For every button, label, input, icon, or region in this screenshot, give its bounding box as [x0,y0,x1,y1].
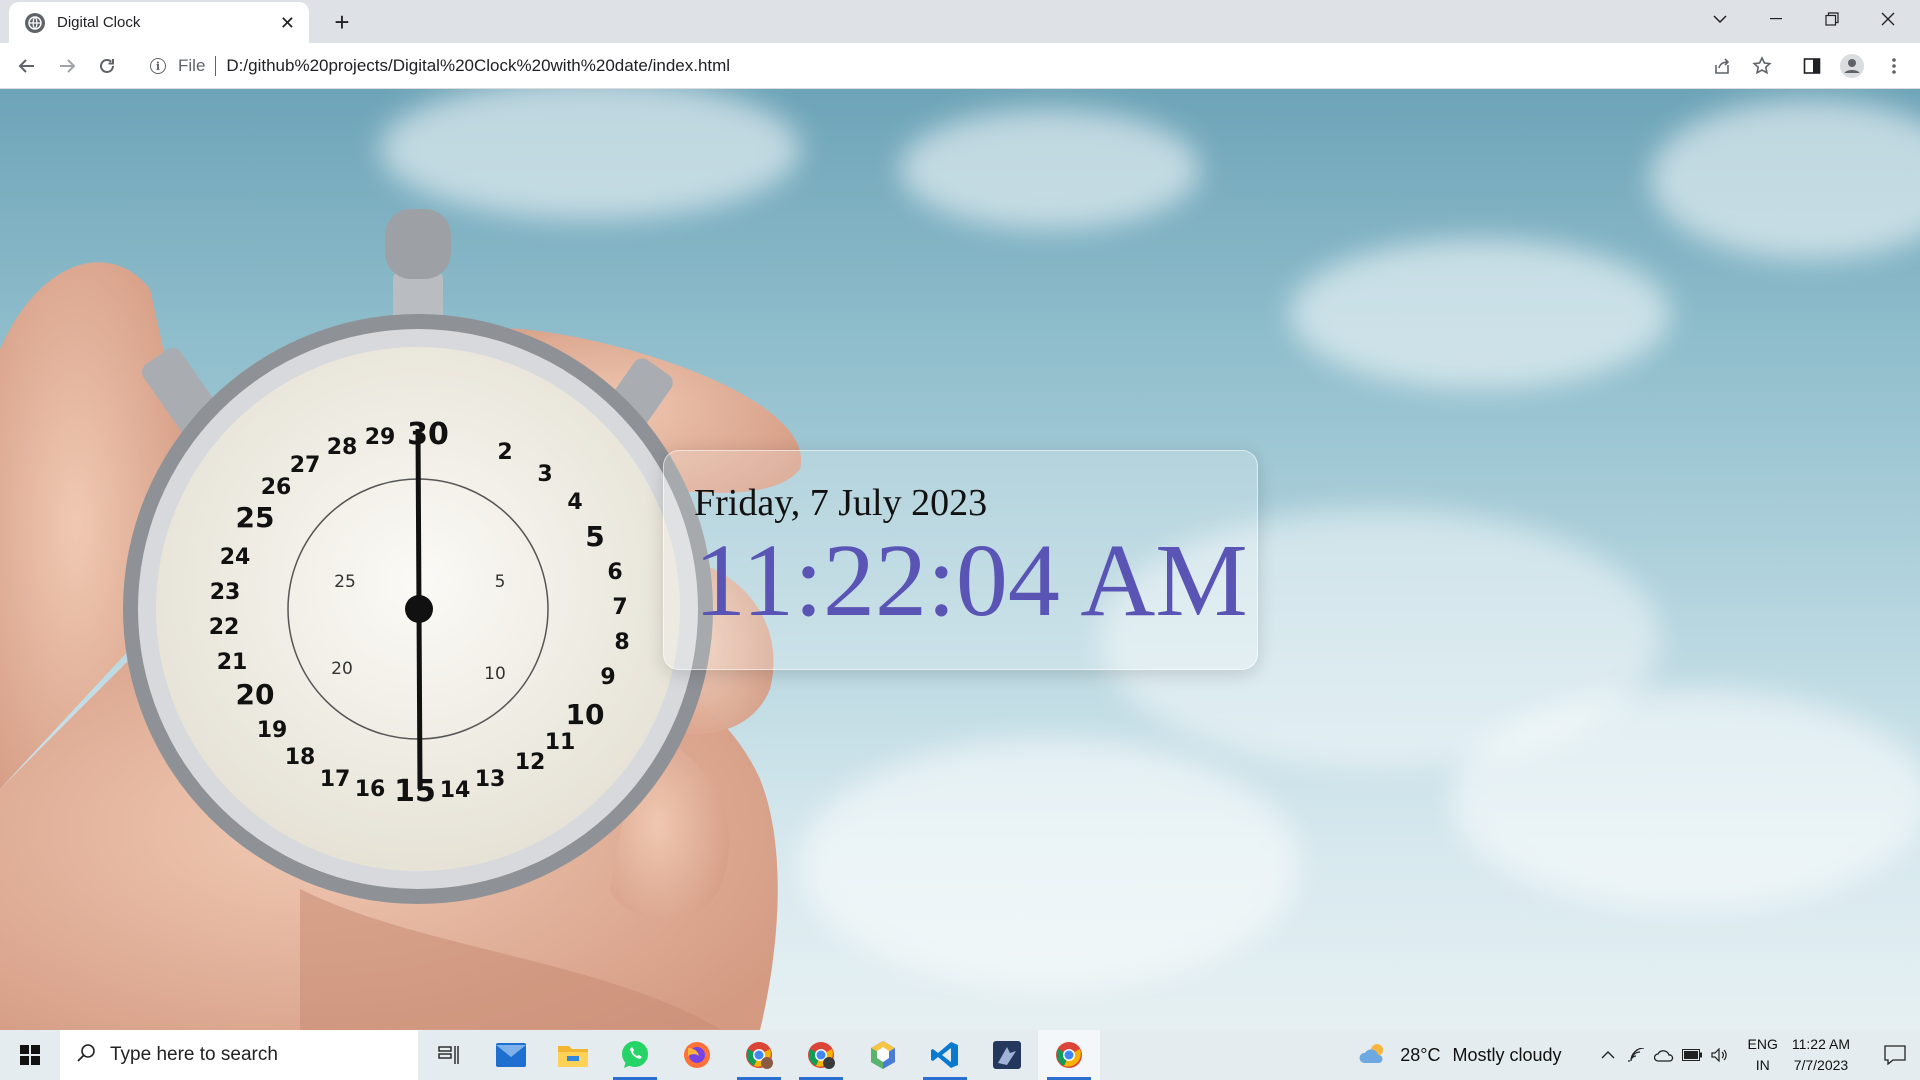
svg-text:26: 26 [261,475,292,500]
lang-region: IN [1755,1057,1770,1073]
tab-title: Digital Clock [57,14,141,31]
time-display: 11:22:04 AM [694,523,1248,638]
svg-text:9: 9 [600,665,615,690]
search-placeholder: Type here to search [110,1044,278,1065]
svg-text:20: 20 [236,678,275,711]
url-separator [215,56,217,76]
svg-text:28: 28 [327,435,358,460]
system-tray: 28°C Mostly cloudy ENG IN 11:22 AM 7/7/2… [1358,1030,1920,1080]
lang-code: ENG [1747,1036,1778,1052]
svg-text:14: 14 [440,778,471,803]
cloud [1450,689,1920,909]
svg-text:22: 22 [209,615,240,640]
tab-search-chevron-icon[interactable] [1692,0,1748,38]
svg-text:15: 15 [394,774,436,809]
svg-text:8: 8 [614,630,629,655]
dark-app-icon[interactable] [976,1030,1038,1080]
svg-text:5: 5 [495,572,506,592]
svg-text:3: 3 [537,462,552,487]
clock-card: Friday, 7 July 2023 11:22:04 AM [663,450,1258,670]
vscode-icon[interactable] [914,1030,976,1080]
svg-text:4: 4 [567,490,582,515]
taskbar: Type here to search 28°C Mostly cloudy E… [0,1030,1920,1080]
chrome-icon[interactable] [1038,1030,1100,1080]
wifi-icon[interactable] [1622,1030,1650,1080]
file-explorer-icon[interactable] [542,1030,604,1080]
language-indicator[interactable]: ENG IN [1748,1034,1778,1076]
svg-text:12: 12 [515,750,546,775]
svg-text:17: 17 [320,767,351,792]
chrome-profile-icon[interactable] [790,1030,852,1080]
new-tab-button[interactable]: + [326,6,358,38]
firefox-icon[interactable] [666,1030,728,1080]
taskbar-time: 11:22 AM [1791,1036,1850,1052]
url-scheme: File [178,56,206,75]
whatsapp-icon[interactable] [604,1030,666,1080]
windows-start-icon[interactable] [0,1030,60,1080]
search-icon [76,1043,96,1068]
browser-tab[interactable]: Digital Clock ✕ [9,2,309,43]
forward-arrow-icon[interactable] [51,50,83,82]
svg-text:19: 19 [257,718,288,743]
svg-text:11: 11 [545,730,576,755]
svg-text:23: 23 [210,580,241,605]
cloud [1650,99,1920,259]
menu-kebab-icon[interactable] [1880,52,1908,80]
taskbar-date: 7/7/2023 [1793,1057,1849,1073]
back-arrow-icon[interactable] [11,50,43,82]
globe-icon [25,12,45,33]
tab-close-icon[interactable]: ✕ [280,14,295,32]
svg-text:16: 16 [355,777,386,802]
svg-text:10: 10 [484,664,506,684]
svg-text:20: 20 [331,659,353,679]
svg-text:18: 18 [285,745,316,770]
mail-icon[interactable] [480,1030,542,1080]
bookmark-star-icon[interactable] [1748,52,1776,80]
tab-strip: Digital Clock ✕ + [0,0,1920,43]
svg-text:13: 13 [475,767,506,792]
cloud [1290,239,1670,389]
weather-desc: Mostly cloudy [1452,1044,1562,1065]
svg-text:30: 30 [407,417,449,452]
reload-icon[interactable] [91,50,123,82]
date-display: Friday, 7 July 2023 [694,482,988,524]
taskbar-clock[interactable]: 11:22 AM 7/7/2023 [1792,1034,1850,1076]
cloudy-weather-icon [1358,1041,1388,1070]
onedrive-sync-icon[interactable] [1650,1030,1678,1080]
url-text[interactable]: D:/github%20projects/Digital%20Clock%20w… [226,56,730,76]
taskbar-search-box[interactable]: Type here to search [60,1030,418,1080]
weather-temp: 28°C [1400,1044,1441,1065]
share-icon[interactable] [1708,52,1736,80]
close-window-icon[interactable] [1860,0,1916,38]
svg-text:7: 7 [612,595,627,620]
cube-app-icon[interactable] [852,1030,914,1080]
page-viewport: 30 2 3 4 5 6 7 8 9 10 11 12 13 14 15 16 … [0,89,1920,1030]
address-bar[interactable]: i File D:/github%20projects/Digital%20Cl… [140,48,1760,84]
profile-avatar-icon[interactable] [1838,52,1866,80]
site-info-icon[interactable]: i [150,58,166,74]
svg-text:21: 21 [217,650,248,675]
battery-icon[interactable] [1678,1030,1706,1080]
minimize-icon[interactable] [1748,0,1804,38]
restore-icon[interactable] [1804,0,1860,38]
svg-text:10: 10 [566,698,605,731]
notification-icon[interactable] [1870,1030,1920,1080]
weather-widget[interactable]: 28°C Mostly cloudy [1358,1041,1562,1070]
svg-text:5: 5 [585,520,604,553]
speaker-icon[interactable] [1706,1030,1734,1080]
chevron-up-icon[interactable] [1594,1030,1622,1080]
svg-text:25: 25 [236,501,275,534]
svg-text:27: 27 [290,453,321,478]
svg-text:29: 29 [365,425,396,450]
browser-toolbar: i File D:/github%20projects/Digital%20Cl… [0,43,1920,89]
svg-text:25: 25 [334,572,356,592]
cloud [900,109,1200,229]
chrome-profile-icon[interactable] [728,1030,790,1080]
svg-text:24: 24 [220,545,251,570]
side-panel-icon[interactable] [1798,52,1826,80]
svg-text:6: 6 [607,560,622,585]
task-view-icon[interactable] [418,1030,480,1080]
svg-text:2: 2 [497,440,512,465]
